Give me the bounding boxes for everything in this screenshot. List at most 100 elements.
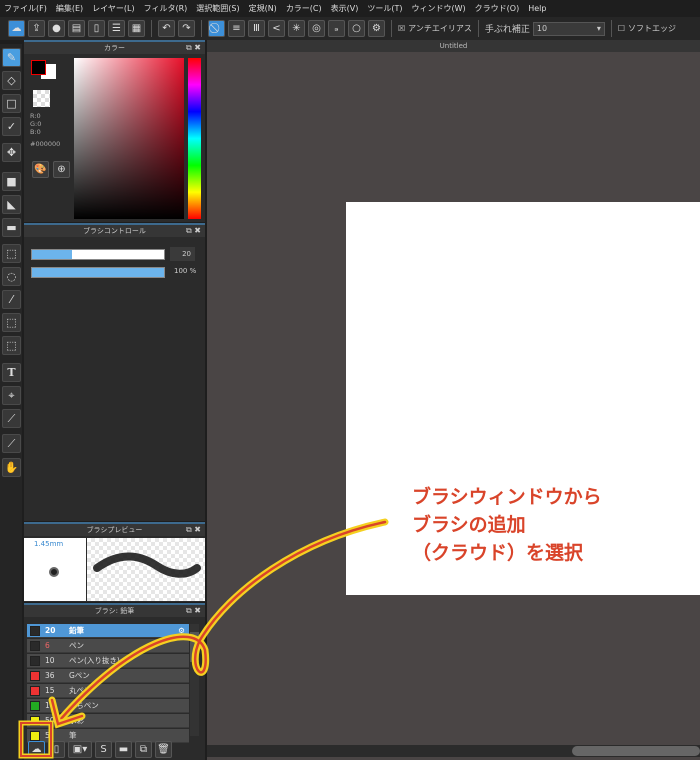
brush-list-item[interactable]: 6 ペン <box>27 639 189 653</box>
brush-size: 36 <box>45 671 55 680</box>
select-rect-tool-icon[interactable]: ⬚ <box>2 244 21 263</box>
transparent-color-swatch[interactable] <box>33 90 50 107</box>
menu-edit[interactable]: 編集(E) <box>56 3 83 14</box>
stroke-preview <box>87 538 205 601</box>
divider <box>151 20 152 37</box>
brush-list-item[interactable]: 50 水彩 <box>27 714 189 728</box>
list-icon[interactable]: ☰ <box>108 20 125 37</box>
brush-list-item[interactable]: 15 丸ペン <box>27 684 189 698</box>
brush-color-swatch <box>30 655 40 666</box>
delete-icon[interactable]: 🗑 <box>155 740 172 758</box>
hue-slider[interactable] <box>188 58 201 219</box>
vertical-snap-icon[interactable]: Ⅲ <box>248 20 265 37</box>
settings-snap-icon[interactable]: ⚙ <box>368 20 385 37</box>
gradient-tool-icon[interactable]: ▬ <box>2 218 21 237</box>
duplicate-icon[interactable]: ⧉ <box>135 740 152 758</box>
stabilizer-select[interactable]: 10 ▾ <box>532 21 605 36</box>
palette-add-icon[interactable]: ⊕ <box>53 161 70 178</box>
text-tool-icon[interactable]: T <box>2 363 21 382</box>
brush-list-item[interactable]: 36 Gペン <box>27 669 189 683</box>
brush-size-mm: 1.45mm <box>34 540 64 548</box>
select-eraser-tool-icon[interactable]: ⬚ <box>2 336 21 355</box>
dot-tool-icon[interactable]: ✓ <box>2 117 21 136</box>
parallel-snap-icon[interactable]: ≡ <box>228 20 245 37</box>
page-icon[interactable]: ▯ <box>88 20 105 37</box>
brush-list-item[interactable]: 20 鉛筆 ⚙ <box>27 624 189 638</box>
brush-size-slider[interactable] <box>31 249 165 260</box>
antialias-checkbox[interactable]: ☒ <box>398 24 405 33</box>
brush-tip-dot <box>49 567 59 577</box>
panel-title: カラー <box>104 44 125 52</box>
soft-edge-checkbox[interactable]: ☐ <box>618 24 625 33</box>
cloud-icon[interactable]: ☁ <box>8 20 25 37</box>
panel-close-icon[interactable]: ⧉ ✖ <box>186 605 201 617</box>
bucket-tool-icon[interactable]: ◣ <box>2 195 21 214</box>
horizontal-scrollbar[interactable] <box>207 745 700 757</box>
fill-rect-tool-icon[interactable]: ■ <box>2 172 21 191</box>
antialias-label: アンチエイリアス <box>408 24 472 33</box>
menu-filter[interactable]: フィルタ(R) <box>144 3 188 14</box>
brush-name: 丸ペン <box>69 686 92 695</box>
primary-color-swatch[interactable] <box>31 60 46 75</box>
menu-file[interactable]: ファイル(F) <box>4 3 47 14</box>
comment-icon[interactable]: ● <box>48 20 65 37</box>
new-brush-icon[interactable]: ▯ <box>48 740 65 758</box>
menu-select[interactable]: 選択範囲(S) <box>196 3 239 14</box>
menu-tool[interactable]: ツール(T) <box>367 3 402 14</box>
divider <box>201 20 202 37</box>
divider <box>391 20 392 37</box>
panel-close-icon[interactable]: ⧉ ✖ <box>186 225 201 237</box>
menu-help[interactable]: Help <box>528 4 546 13</box>
add-brush-dropdown-icon[interactable]: ▣▾ <box>68 740 92 758</box>
panel-title: ブラシコントロール <box>83 227 146 235</box>
opacity-slider[interactable] <box>31 267 165 278</box>
brush-size: 6 <box>45 641 50 650</box>
menu-cloud[interactable]: クラウド(O) <box>475 3 520 14</box>
brush-list-item[interactable]: 10 ふちペン <box>27 699 189 713</box>
operation-tool-icon[interactable]: ⌖ <box>2 386 21 405</box>
document-tab[interactable]: Untitled <box>207 40 700 52</box>
undo-icon[interactable]: ↶ <box>158 20 175 37</box>
lasso-tool-icon[interactable]: ◌ <box>2 267 21 286</box>
menu-ruler[interactable]: 定規(N) <box>249 3 277 14</box>
eraser-tool-icon[interactable]: ◇ <box>2 71 21 90</box>
add-cloud-brush-button[interactable]: ☁ <box>28 740 45 758</box>
divide-tool-icon[interactable]: ⟋ <box>2 409 21 428</box>
circle-snap-icon[interactable]: ○ <box>348 20 365 37</box>
brush-size-field[interactable]: 20 <box>170 247 195 261</box>
panel-close-icon[interactable]: ⧉ ✖ <box>186 42 201 54</box>
folder-icon[interactable]: ▬ <box>115 740 132 758</box>
palette-icon[interactable]: 🎨 <box>32 161 49 178</box>
brush-list-item[interactable]: 10 ペン(入り抜き) <box>27 654 189 668</box>
red-value: R:0 <box>30 112 41 120</box>
redo-icon[interactable]: ↷ <box>178 20 195 37</box>
brush-size: 50 <box>45 716 55 725</box>
tool-palette: ✎ ◇ □ ✓ ✥ ■ ◣ ▬ ⬚ ◌ ⁄ ⬚ ⬚ T ⌖ ⟋ ⟋ ✋ <box>0 44 22 760</box>
hand-tool-icon[interactable]: ✋ <box>2 458 21 477</box>
concentric-snap-icon[interactable]: ◎ <box>308 20 325 37</box>
menu-view[interactable]: 表示(V) <box>331 3 359 14</box>
gear-icon[interactable]: ⚙ <box>178 626 185 635</box>
brush-color-swatch <box>30 670 40 681</box>
panel-icon[interactable]: ▦ <box>128 20 145 37</box>
menu-color[interactable]: カラー(C) <box>286 3 322 14</box>
panel-close-icon[interactable]: ⧉ ✖ <box>186 524 201 536</box>
menu-layer[interactable]: レイヤー(L) <box>92 3 134 14</box>
note-icon[interactable]: ▤ <box>68 20 85 37</box>
eyedropper-tool-icon[interactable]: ⟋ <box>2 434 21 453</box>
radial-snap-icon[interactable]: ✳ <box>288 20 305 37</box>
share-icon[interactable]: ⇪ <box>28 20 45 37</box>
curve-snap-icon[interactable]: ₔ <box>328 20 345 37</box>
move-tool-icon[interactable]: ✥ <box>2 143 21 162</box>
brush-tool-icon[interactable]: ✎ <box>2 48 21 67</box>
magic-wand-tool-icon[interactable]: ⁄ <box>2 290 21 309</box>
snap-off-icon[interactable]: ⃠ <box>208 20 225 37</box>
select-pen-tool-icon[interactable]: ⬚ <box>2 313 21 332</box>
saturation-value-picker[interactable] <box>74 58 184 219</box>
script-brush-icon[interactable]: S <box>95 740 112 758</box>
brush-name: Gペン <box>69 671 90 680</box>
brush-list-scrollbar[interactable] <box>190 624 199 736</box>
shape-tool-icon[interactable]: □ <box>2 94 21 113</box>
menu-window[interactable]: ウィンドウ(W) <box>412 3 466 14</box>
perspective-snap-icon[interactable]: < <box>268 20 285 37</box>
